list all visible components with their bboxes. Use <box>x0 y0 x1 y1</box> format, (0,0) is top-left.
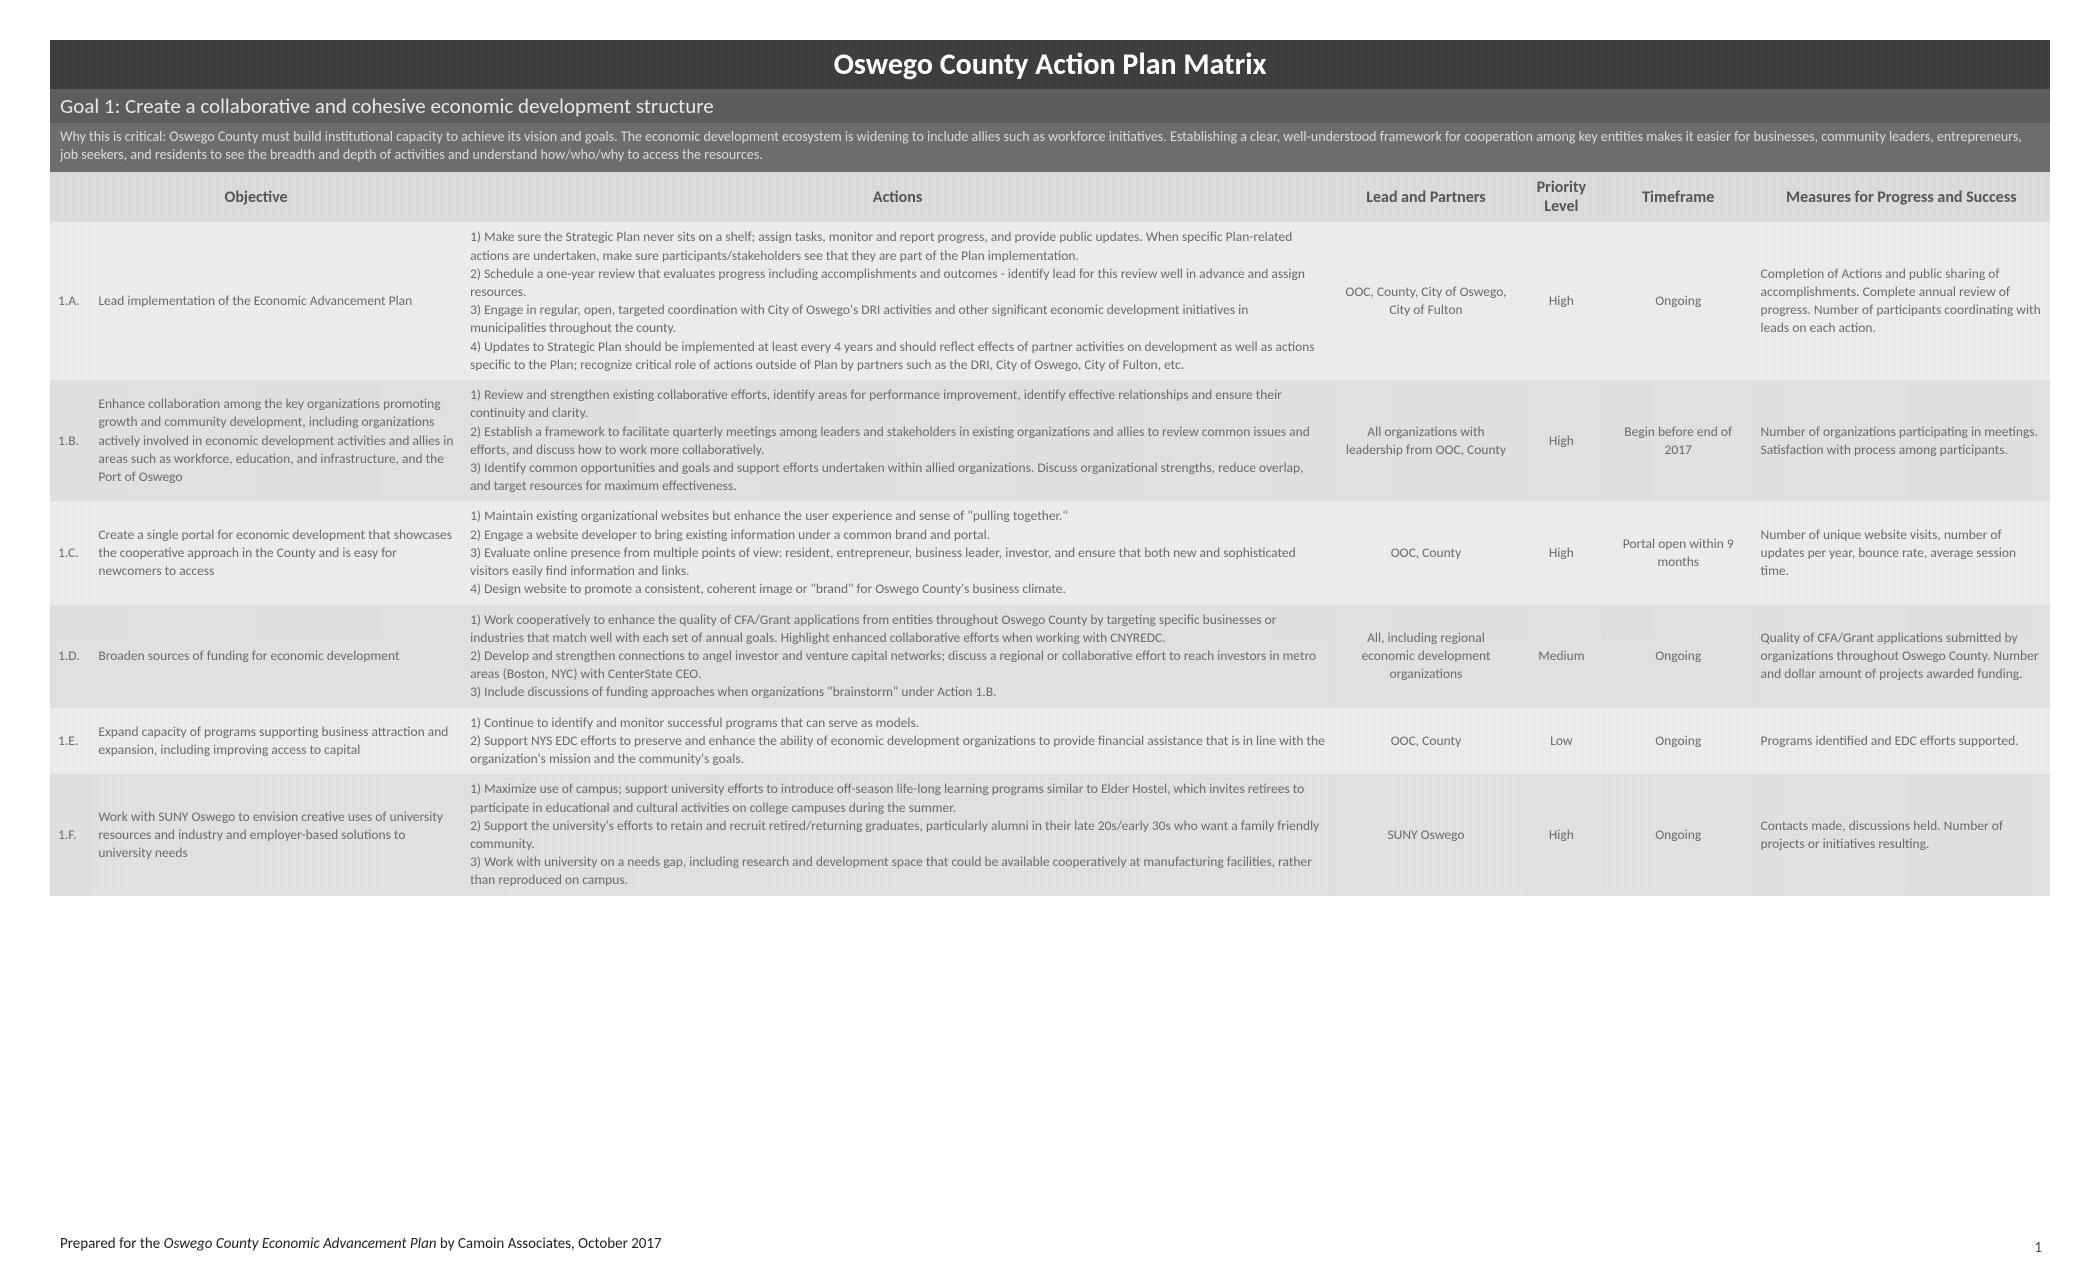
row-measures: Contacts made, discussions held. Number … <box>1753 774 2050 895</box>
row-id: 1.D. <box>50 605 90 708</box>
row-priority: High <box>1519 501 1604 604</box>
row-lead: OOC, County <box>1333 501 1519 604</box>
row-lead: OOC, County, City of Oswego, City of Ful… <box>1333 222 1519 380</box>
row-objective: Expand capacity of programs supporting b… <box>90 708 462 775</box>
row-actions: 1) Maximize use of campus; support unive… <box>462 774 1333 895</box>
row-priority: Medium <box>1519 605 1604 708</box>
row-actions: 1) Continue to identify and monitor succ… <box>462 708 1333 775</box>
row-actions: 1) Make sure the Strategic Plan never si… <box>462 222 1333 380</box>
row-timeframe: Portal open within 9 months <box>1604 501 1753 604</box>
row-lead: SUNY Oswego <box>1333 774 1519 895</box>
row-timeframe: Ongoing <box>1604 774 1753 895</box>
col-header-priority: Priority Level <box>1519 172 1604 222</box>
table-row: 1.B.Enhance collaboration among the key … <box>50 380 2050 501</box>
col-header-timeframe: Timeframe <box>1604 172 1753 222</box>
col-header-objective: Objective <box>50 172 462 222</box>
footer-credit: Prepared for the Oswego County Economic … <box>60 1235 662 1253</box>
document-title: Oswego County Action Plan Matrix <box>50 40 2050 89</box>
row-actions: 1) Maintain existing organizational webs… <box>462 501 1333 604</box>
row-timeframe: Begin before end of 2017 <box>1604 380 1753 501</box>
row-actions: 1) Work cooperatively to enhance the qua… <box>462 605 1333 708</box>
row-id: 1.E. <box>50 708 90 775</box>
col-header-actions: Actions <box>462 172 1333 222</box>
table-header-row: Objective Actions Lead and Partners Prio… <box>50 172 2050 222</box>
row-id: 1.C. <box>50 501 90 604</box>
table-row: 1.F.Work with SUNY Oswego to envision cr… <box>50 774 2050 895</box>
table-row: 1.E.Expand capacity of programs supporti… <box>50 708 2050 775</box>
row-priority: High <box>1519 774 1604 895</box>
row-measures: Completion of Actions and public sharing… <box>1753 222 2050 380</box>
page-number: 1 <box>2034 1239 2042 1257</box>
row-objective: Work with SUNY Oswego to envision creati… <box>90 774 462 895</box>
goal-rationale: Why this is critical: Oswego County must… <box>50 123 2050 172</box>
row-lead: All organizations with leadership from O… <box>1333 380 1519 501</box>
row-timeframe: Ongoing <box>1604 222 1753 380</box>
row-priority: High <box>1519 222 1604 380</box>
row-objective: Lead implementation of the Economic Adva… <box>90 222 462 380</box>
footer-prefix: Prepared for the <box>60 1235 164 1253</box>
table-row: 1.C.Create a single portal for economic … <box>50 501 2050 604</box>
row-lead: OOC, County <box>1333 708 1519 775</box>
row-priority: High <box>1519 380 1604 501</box>
row-timeframe: Ongoing <box>1604 605 1753 708</box>
row-measures: Number of unique website visits, number … <box>1753 501 2050 604</box>
table-row: 1.D.Broaden sources of funding for econo… <box>50 605 2050 708</box>
row-id: 1.A. <box>50 222 90 380</box>
row-objective: Create a single portal for economic deve… <box>90 501 462 604</box>
row-id: 1.F. <box>50 774 90 895</box>
row-lead: All, including regional economic develop… <box>1333 605 1519 708</box>
goal-heading: Goal 1: Create a collaborative and cohes… <box>50 89 2050 123</box>
action-plan-table: Objective Actions Lead and Partners Prio… <box>50 172 2050 895</box>
col-header-measures: Measures for Progress and Success <box>1753 172 2050 222</box>
footer-suffix: by Camoin Associates, October 2017 <box>437 1235 662 1253</box>
row-measures: Programs identified and EDC efforts supp… <box>1753 708 2050 775</box>
table-row: 1.A.Lead implementation of the Economic … <box>50 222 2050 380</box>
row-actions: 1) Review and strengthen existing collab… <box>462 380 1333 501</box>
footer-plan-name: Oswego County Economic Advancement Plan <box>164 1235 437 1253</box>
row-priority: Low <box>1519 708 1604 775</box>
row-objective: Broaden sources of funding for economic … <box>90 605 462 708</box>
row-id: 1.B. <box>50 380 90 501</box>
row-measures: Quality of CFA/Grant applications submit… <box>1753 605 2050 708</box>
row-objective: Enhance collaboration among the key orga… <box>90 380 462 501</box>
row-measures: Number of organizations participating in… <box>1753 380 2050 501</box>
row-timeframe: Ongoing <box>1604 708 1753 775</box>
col-header-lead: Lead and Partners <box>1333 172 1519 222</box>
